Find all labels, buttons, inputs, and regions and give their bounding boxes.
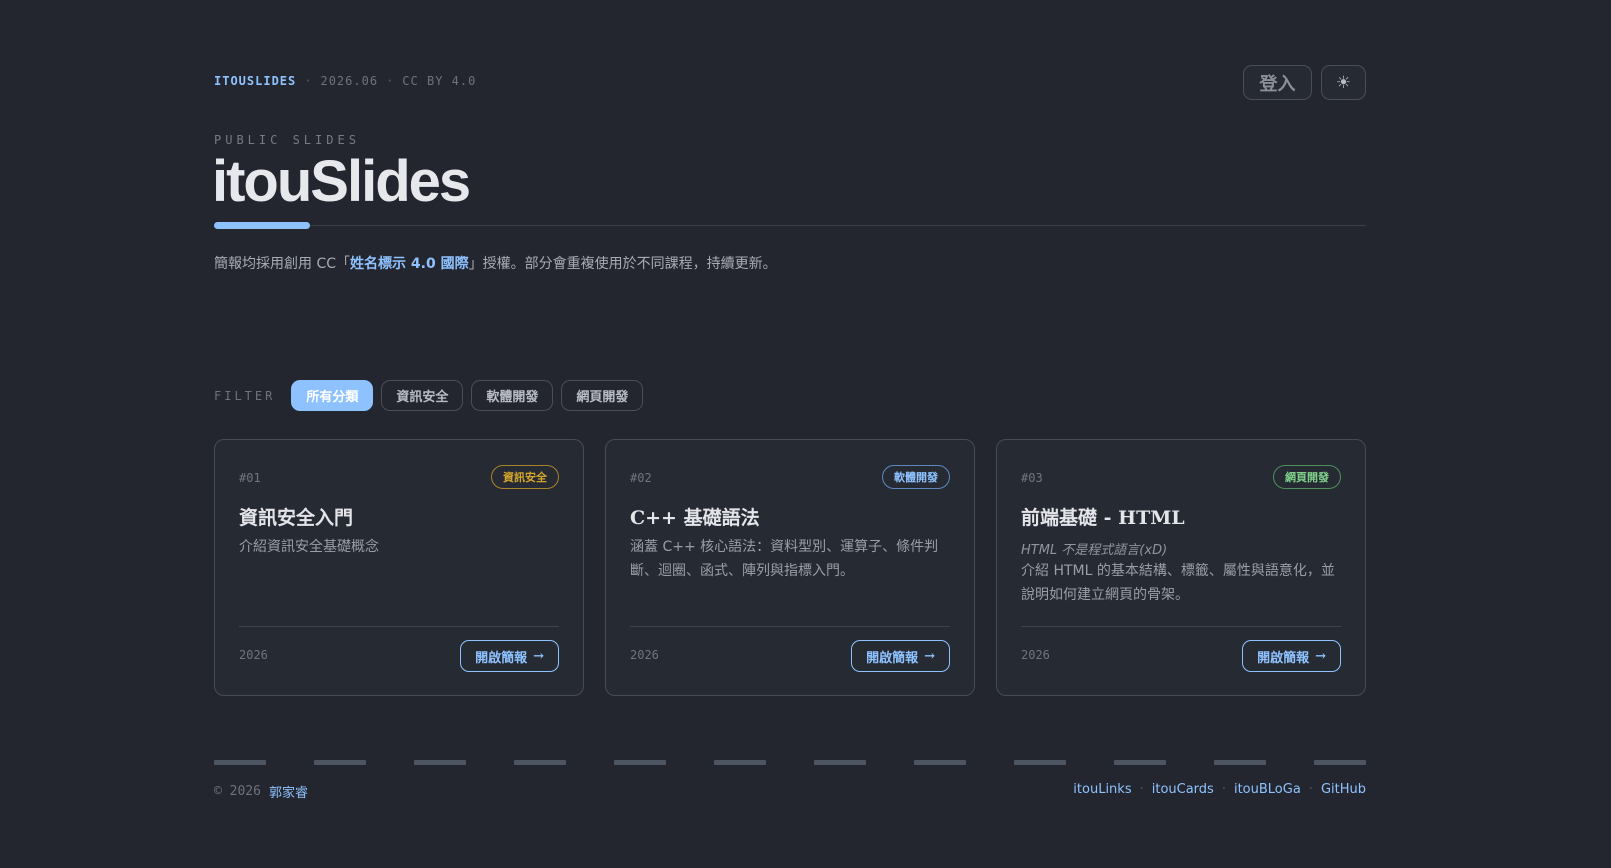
arrow-right-icon: → [924, 648, 935, 664]
slide-card-list: #01 資訊安全 資訊安全入門 介紹資訊安全基礎概念 2026 開啟簡報 → #… [214, 439, 1366, 696]
header-license: CC BY 4.0 [402, 74, 477, 88]
card-title: C++ 基礎語法 [630, 507, 760, 529]
card-number: #03 [1021, 471, 1043, 485]
filter-chip-software[interactable]: 軟體開發 [471, 380, 554, 411]
author-link[interactable]: 郭家睿 [269, 782, 308, 801]
theme-toggle-button[interactable]: ☀ [1321, 65, 1366, 100]
open-slides-button[interactable]: 開啟簡報 → [1242, 640, 1341, 672]
sun-icon: ☀ [1335, 72, 1352, 93]
footer-link-itoulinks[interactable]: itouLinks [1073, 782, 1131, 797]
filter-chip-web[interactable]: 網頁開發 [561, 380, 644, 411]
card-year: 2026 [1021, 648, 1050, 662]
card-year: 2026 [630, 648, 659, 662]
arrow-right-icon: → [533, 648, 544, 664]
title-divider [214, 225, 1366, 226]
header-meta: ITOUSLIDES · 2026.06 · CC BY 4.0 [214, 74, 477, 88]
arrow-right-icon: → [1315, 648, 1326, 664]
footer-dashed-divider [214, 760, 1366, 765]
card-divider [239, 626, 559, 627]
card-divider [630, 626, 950, 627]
card-description: 涵蓋 C++ 核心語法：資料型別、運算子、條件判斷、迴圈、函式、陣列與指標入門。 [630, 539, 939, 579]
card-category-tag: 資訊安全 [491, 465, 559, 489]
filter-label: FILTER [214, 388, 276, 403]
card-year: 2026 [239, 648, 268, 662]
page-title: itouSlides [212, 149, 471, 214]
card-description: 介紹資訊安全基礎概念 [239, 539, 379, 555]
hero-description: 簡報均採用創用 CC「姓名標示 4.0 國際」授權。部分會重複使用於不同課程，持… [214, 256, 777, 272]
open-slides-button[interactable]: 開啟簡報 → [851, 640, 950, 672]
header-date: 2026.06 [320, 74, 379, 88]
card-number: #01 [239, 471, 261, 485]
footer-link-github[interactable]: GitHub [1321, 782, 1366, 797]
card-title: 資訊安全入門 [239, 507, 354, 529]
slide-card[interactable]: #03 網頁開發 前端基礎 - HTML HTML 不是程式語言(xD) 介紹 … [996, 439, 1366, 696]
brand-name[interactable]: ITOUSLIDES [214, 74, 296, 88]
footer-link-itoucards[interactable]: itouCards [1152, 782, 1214, 797]
footer-link-itoubloga[interactable]: itouBLoGa [1234, 782, 1301, 797]
card-category-tag: 網頁開發 [1273, 465, 1341, 489]
license-link[interactable]: 姓名標示 4.0 國際 [350, 256, 469, 272]
slide-card[interactable]: #02 軟體開發 C++ 基礎語法 涵蓋 C++ 核心語法：資料型別、運算子、條… [605, 439, 975, 696]
card-description: 介紹 HTML 的基本結構、標籤、屬性與語意化，並說明如何建立網頁的骨架。 [1021, 563, 1335, 603]
header-actions: 登入 ☀ [1243, 65, 1366, 100]
card-subtitle: HTML 不是程式語言(xD) [1021, 543, 1168, 558]
hero-eyebrow: PUBLIC SLIDES [214, 133, 360, 147]
card-number: #02 [630, 471, 652, 485]
card-category-tag: 軟體開發 [882, 465, 950, 489]
slide-card[interactable]: #01 資訊安全 資訊安全入門 介紹資訊安全基礎概念 2026 開啟簡報 → [214, 439, 584, 696]
footer-links: itouLinks · itouCards · itouBLoGa · GitH… [1073, 782, 1366, 797]
page: ITOUSLIDES · 2026.06 · CC BY 4.0 登入 ☀ PU… [0, 0, 1611, 868]
login-button[interactable]: 登入 [1243, 65, 1312, 100]
filter-chip-all[interactable]: 所有分類 [291, 380, 374, 411]
card-title: 前端基礎 - HTML [1021, 507, 1185, 529]
category-filter: FILTER 所有分類 資訊安全 軟體開發 網頁開發 [214, 380, 651, 411]
card-divider [1021, 626, 1341, 627]
footer-copyright: © 2026 郭家睿 [214, 782, 308, 801]
title-accent-bar [214, 222, 310, 229]
open-slides-button[interactable]: 開啟簡報 → [460, 640, 559, 672]
filter-chip-security[interactable]: 資訊安全 [381, 380, 464, 411]
